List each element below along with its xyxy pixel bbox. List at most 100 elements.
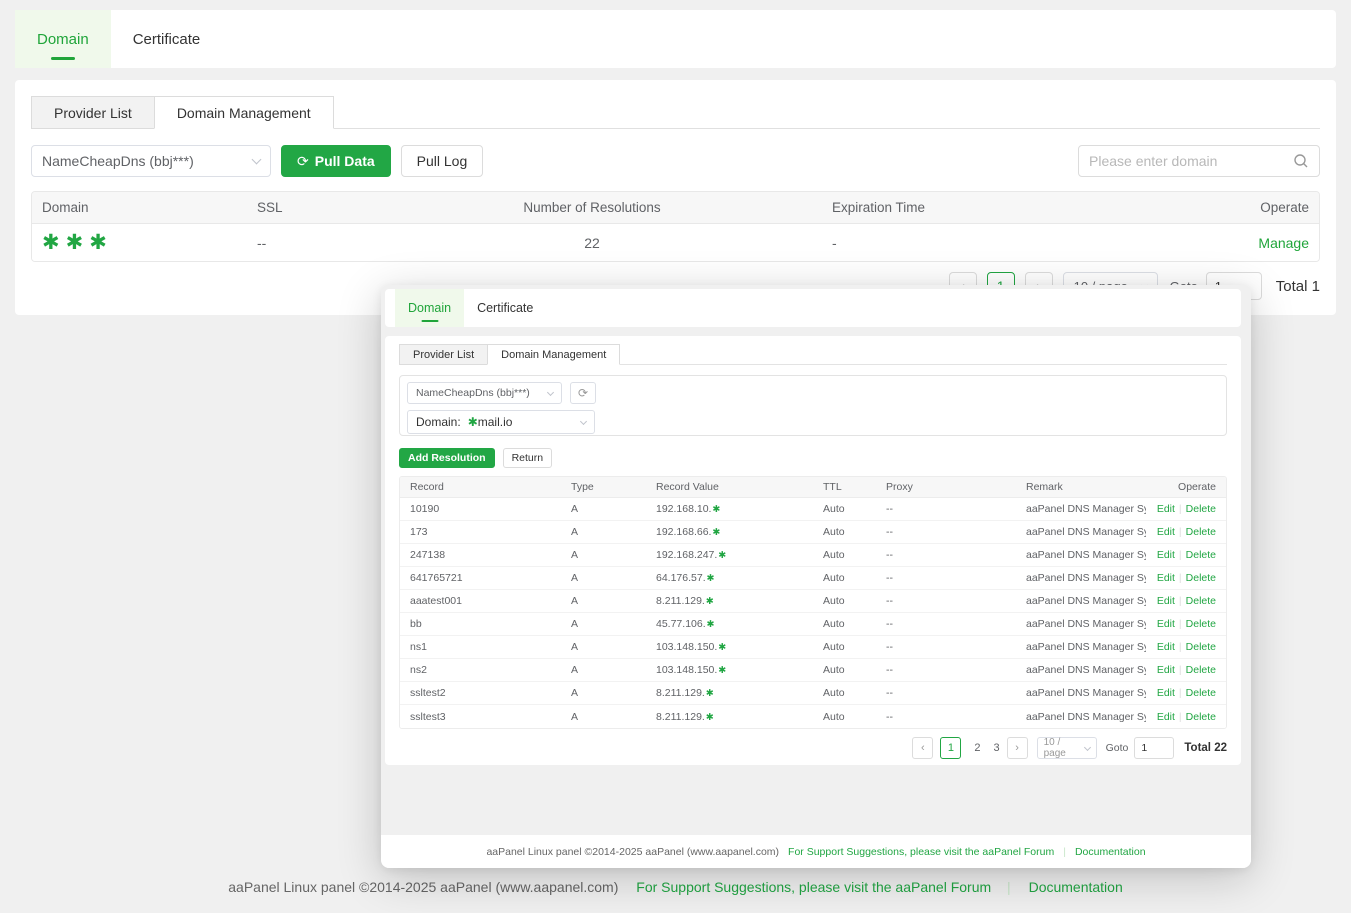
masked-asterisk: ✱ <box>707 573 715 584</box>
edit-link[interactable]: Edit <box>1157 618 1175 630</box>
modal-tab-domain-management[interactable]: Domain Management <box>487 344 620 365</box>
modal-top-tab-bar: Domain Certificate <box>385 289 1241 327</box>
pull-log-button[interactable]: Pull Log <box>401 145 484 177</box>
masked-asterisk: ✱ <box>712 527 720 538</box>
copyright-text: aaPanel Linux panel ©2014-2025 aaPanel (… <box>486 846 779 858</box>
add-resolution-button[interactable]: Add Resolution <box>399 448 495 468</box>
header-proxy: Proxy <box>876 481 1016 493</box>
operate-divider: | <box>1179 572 1182 584</box>
pull-data-label: Pull Data <box>315 153 375 169</box>
tab-domain-management[interactable]: Domain Management <box>154 96 334 129</box>
record-row: ssltest3A8.211.129.✱Auto--aaPanel DNS Ma… <box>400 705 1226 728</box>
record-row: bbA45.77.106.✱Auto--aaPanel DNS Manager … <box>400 613 1226 636</box>
domain-masked-name: ✱✱✱ <box>32 232 247 253</box>
delete-link[interactable]: Delete <box>1186 687 1216 699</box>
modal-total-count: Total 22 <box>1184 742 1227 754</box>
edit-link[interactable]: Edit <box>1157 687 1175 699</box>
chevron-down-icon <box>547 388 554 395</box>
record-value-text: 8.211.129. <box>656 711 705 723</box>
provider-select[interactable]: NameCheapDns (bbj***) <box>31 145 271 177</box>
operate-divider: | <box>1179 711 1182 723</box>
record-remark-cell: aaPanel DNS Manager Sync <box>1016 595 1146 607</box>
record-type-cell: A <box>561 595 646 607</box>
modal-page-size-select[interactable]: 10 / page <box>1037 737 1097 759</box>
edit-link[interactable]: Edit <box>1157 664 1175 676</box>
record-row: 173A192.168.66.✱Auto--aaPanel DNS Manage… <box>400 521 1226 544</box>
record-remark-cell: aaPanel DNS Manager Sync <box>1016 641 1146 653</box>
masked-asterisk: ✱ <box>468 415 478 429</box>
documentation-link[interactable]: Documentation <box>1029 879 1123 895</box>
pull-data-button[interactable]: ⟳ Pull Data <box>281 145 391 177</box>
top-tab-bar: Domain Certificate <box>15 10 1336 68</box>
delete-link[interactable]: Delete <box>1186 618 1216 630</box>
modal-page-button-1[interactable]: 1 <box>940 737 961 759</box>
edit-link[interactable]: Edit <box>1157 641 1175 653</box>
delete-link[interactable]: Delete <box>1186 549 1216 561</box>
tab-domain-label: Domain <box>37 31 89 48</box>
record-name-cell: 10190 <box>400 503 561 515</box>
modal-tab-certificate[interactable]: Certificate <box>464 289 546 327</box>
modal-tab-provider-list[interactable]: Provider List <box>399 344 488 365</box>
operate-divider: | <box>1179 664 1182 676</box>
record-ttl-cell: Auto <box>813 618 876 630</box>
modal-domain-select[interactable]: Domain: ✱ mail.io <box>407 410 595 434</box>
modal-provider-select[interactable]: NameCheapDns (bbj***) <box>407 382 562 404</box>
delete-link[interactable]: Delete <box>1186 572 1216 584</box>
record-ttl-cell: Auto <box>813 526 876 538</box>
modal-goto-label: Goto <box>1106 742 1129 754</box>
forum-link[interactable]: For Support Suggestions, please visit th… <box>636 879 991 895</box>
delete-link[interactable]: Delete <box>1186 526 1216 538</box>
modal-refresh-button[interactable]: ⟳ <box>570 382 596 404</box>
record-name-cell: ns1 <box>400 641 561 653</box>
modal-page-button-3[interactable]: 3 <box>994 742 1000 754</box>
record-operate-cell: Edit | Delete <box>1146 711 1226 723</box>
modal-prev-page-button[interactable]: ‹ <box>912 737 933 759</box>
domains-table: Domain SSL Number of Resolutions Expirat… <box>31 191 1320 262</box>
delete-link[interactable]: Delete <box>1186 595 1216 607</box>
edit-link[interactable]: Edit <box>1157 595 1175 607</box>
modal-tab-certificate-label: Certificate <box>477 301 533 315</box>
modal-tab-domain[interactable]: Domain <box>395 289 464 327</box>
edit-link[interactable]: Edit <box>1157 711 1175 723</box>
documentation-link[interactable]: Documentation <box>1075 846 1146 858</box>
record-value-cell: 8.211.129.✱ <box>646 595 813 607</box>
search-input[interactable] <box>1089 153 1293 169</box>
return-button[interactable]: Return <box>503 448 553 468</box>
modal-page-button-2[interactable]: 2 <box>974 742 980 754</box>
delete-link[interactable]: Delete <box>1186 641 1216 653</box>
record-proxy-cell: -- <box>876 572 1016 584</box>
delete-link[interactable]: Delete <box>1186 503 1216 515</box>
tab-provider-list[interactable]: Provider List <box>31 96 155 129</box>
modal-pagination: ‹ 1 2 3 › 10 / page Goto Total 22 <box>399 737 1227 759</box>
tab-domain[interactable]: Domain <box>15 10 111 68</box>
refresh-icon: ⟳ <box>297 153 309 170</box>
footer-divider: | <box>1063 846 1066 858</box>
record-row: ns1A103.148.150.✱Auto--aaPanel DNS Manag… <box>400 636 1226 659</box>
tab-certificate[interactable]: Certificate <box>111 10 223 68</box>
copyright-text: aaPanel Linux panel ©2014-2025 aaPanel (… <box>228 879 618 895</box>
search-icon[interactable] <box>1293 153 1309 169</box>
record-operate-cell: Edit|Delete <box>1146 549 1226 561</box>
record-type-cell: A <box>561 549 646 561</box>
modal-next-page-button[interactable]: › <box>1007 737 1028 759</box>
edit-link[interactable]: Edit <box>1157 503 1175 515</box>
record-name-cell: 641765721 <box>400 572 561 584</box>
manage-link[interactable]: Manage <box>1258 235 1309 251</box>
record-row: 10190A192.168.10.✱Auto--aaPanel DNS Mana… <box>400 498 1226 521</box>
record-ttl-cell: Auto <box>813 549 876 561</box>
delete-link[interactable]: Delete <box>1186 711 1216 723</box>
edit-link[interactable]: Edit <box>1157 549 1175 561</box>
modal-goto-page-input[interactable] <box>1134 737 1174 759</box>
delete-link[interactable]: Delete <box>1186 664 1216 676</box>
header-type: Type <box>561 481 646 493</box>
edit-link[interactable]: Edit <box>1157 526 1175 538</box>
edit-link[interactable]: Edit <box>1157 572 1175 584</box>
chevron-down-icon <box>1084 743 1091 750</box>
forum-link[interactable]: For Support Suggestions, please visit th… <box>788 846 1054 858</box>
header-record-value: Record Value <box>646 481 813 493</box>
masked-asterisk: ✱ <box>718 642 726 653</box>
record-ttl-cell: Auto <box>813 503 876 515</box>
chevron-down-icon <box>252 154 262 164</box>
record-row: ssltest2A8.211.129.✱Auto--aaPanel DNS Ma… <box>400 682 1226 705</box>
masked-asterisk: ✱ <box>706 688 714 699</box>
